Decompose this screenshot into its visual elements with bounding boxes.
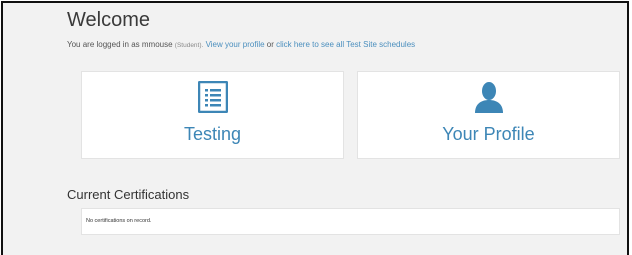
current-certifications-heading: Current Certifications bbox=[67, 187, 190, 202]
or-text: or bbox=[264, 40, 277, 49]
certifications-panel: No certifications on record. bbox=[81, 208, 620, 235]
list-icon bbox=[197, 80, 228, 118]
testing-tile-label: Testing bbox=[183, 124, 242, 144]
no-certifications-message: No certifications on record. bbox=[86, 218, 152, 224]
your-profile-tile-label: Your Profile bbox=[442, 124, 535, 144]
page-title: Welcome bbox=[67, 9, 150, 31]
user-icon bbox=[473, 81, 505, 118]
view-profile-link[interactable]: View your profile bbox=[206, 40, 265, 49]
user-role: (Student). bbox=[174, 42, 204, 49]
page-frame: Welcome You are logged in as mmouse (Stu… bbox=[1, 1, 629, 255]
login-status-text: You are logged in as mmouse bbox=[67, 40, 175, 49]
test-site-schedules-link[interactable]: click here to see all Test Site schedule… bbox=[276, 40, 415, 49]
your-profile-tile[interactable]: Your Profile bbox=[357, 71, 620, 159]
login-status-line: You are logged in as mmouse (Student). V… bbox=[67, 40, 415, 49]
testing-tile[interactable]: Testing bbox=[81, 71, 344, 159]
